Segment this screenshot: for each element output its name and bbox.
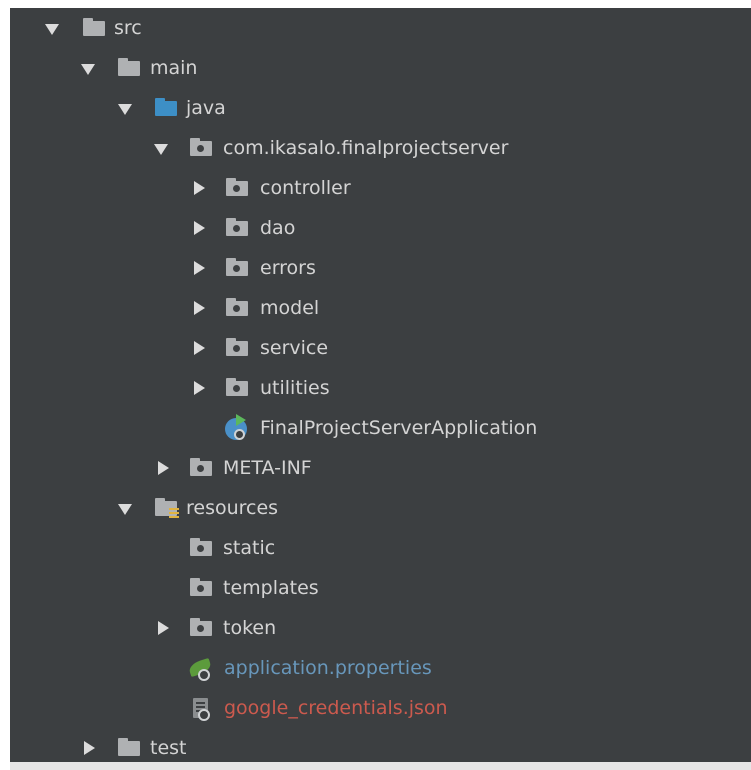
tree-node-application-class[interactable]: FinalProjectServerApplication — [10, 408, 751, 448]
collapse-arrow-icon[interactable] — [189, 288, 209, 328]
tree-node-label: main — [150, 57, 198, 79]
tree-node-src[interactable]: src — [10, 8, 751, 48]
spring-properties-icon — [187, 648, 213, 688]
tree-node-google-credentials[interactable]: google_credentials.json — [10, 688, 751, 728]
package-icon — [223, 368, 249, 408]
tree-node-label: token — [223, 617, 277, 639]
expand-arrow-icon[interactable] — [115, 488, 135, 528]
folder-icon — [80, 8, 106, 48]
package-icon — [223, 328, 249, 368]
tree-node-label: dao — [260, 217, 296, 239]
tree-node-utilities[interactable]: utilities — [10, 368, 751, 408]
tree-node-label: com.ikasalo.finalprojectserver — [223, 137, 509, 159]
tree-node-label: controller — [260, 177, 351, 199]
tree-node-model[interactable]: model — [10, 288, 751, 328]
tree-node-label: utilities — [260, 377, 330, 399]
tree-node-main[interactable]: main — [10, 48, 751, 88]
tree-node-token[interactable]: token — [10, 608, 751, 648]
tree-node-dao[interactable]: dao — [10, 208, 751, 248]
collapse-arrow-icon[interactable] — [189, 248, 209, 288]
tree-node-label: resources — [186, 497, 279, 519]
source-folder-icon — [152, 88, 178, 128]
json-file-icon — [187, 688, 213, 728]
tree-node-label: google_credentials.json — [224, 697, 448, 719]
package-icon — [187, 528, 213, 568]
collapse-arrow-icon[interactable] — [153, 448, 173, 488]
tree-node-meta-inf[interactable]: META-INF — [10, 448, 751, 488]
tree-node-label: model — [260, 297, 320, 319]
package-icon — [223, 168, 249, 208]
expand-arrow-icon[interactable] — [78, 48, 98, 88]
tree-node-errors[interactable]: errors — [10, 248, 751, 288]
collapse-arrow-icon[interactable] — [189, 368, 209, 408]
package-icon — [187, 128, 213, 168]
tree-node-controller[interactable]: controller — [10, 168, 751, 208]
spring-boot-app-icon — [223, 408, 249, 448]
tree-node-label: application.properties — [224, 657, 432, 679]
collapse-arrow-icon[interactable] — [189, 168, 209, 208]
tree-node-label: errors — [260, 257, 316, 279]
expand-arrow-icon[interactable] — [42, 8, 62, 48]
package-icon — [187, 448, 213, 488]
tree-node-label: static — [223, 537, 276, 559]
tree-node-label: FinalProjectServerApplication — [260, 417, 538, 439]
collapse-arrow-icon[interactable] — [153, 608, 173, 648]
package-icon — [223, 208, 249, 248]
tree-node-static[interactable]: static — [10, 528, 751, 568]
tree-node-label: templates — [223, 577, 319, 599]
package-icon — [187, 568, 213, 608]
package-icon — [187, 608, 213, 648]
tree-node-label: java — [186, 97, 226, 119]
resources-folder-icon — [152, 488, 179, 528]
expand-arrow-icon[interactable] — [151, 128, 171, 168]
tree-node-resources[interactable]: resources — [10, 488, 751, 528]
package-icon — [223, 248, 249, 288]
project-tree: src main java com.ikasalo.finalprojectse… — [10, 8, 751, 762]
folder-icon — [115, 48, 141, 88]
tree-node-label: service — [260, 337, 329, 359]
bottom-divider — [10, 762, 751, 770]
collapse-arrow-icon[interactable] — [189, 328, 209, 368]
tree-node-service[interactable]: service — [10, 328, 751, 368]
tree-node-label: META-INF — [223, 457, 312, 479]
tree-node-java[interactable]: java — [10, 88, 751, 128]
tree-node-application-properties[interactable]: application.properties — [10, 648, 751, 688]
collapse-arrow-icon[interactable] — [189, 208, 209, 248]
package-icon — [223, 288, 249, 328]
tree-node-label: src — [114, 17, 142, 39]
tree-node-templates[interactable]: templates — [10, 568, 751, 608]
expand-arrow-icon[interactable] — [115, 88, 135, 128]
tree-node-package-root[interactable]: com.ikasalo.finalprojectserver — [10, 128, 751, 168]
